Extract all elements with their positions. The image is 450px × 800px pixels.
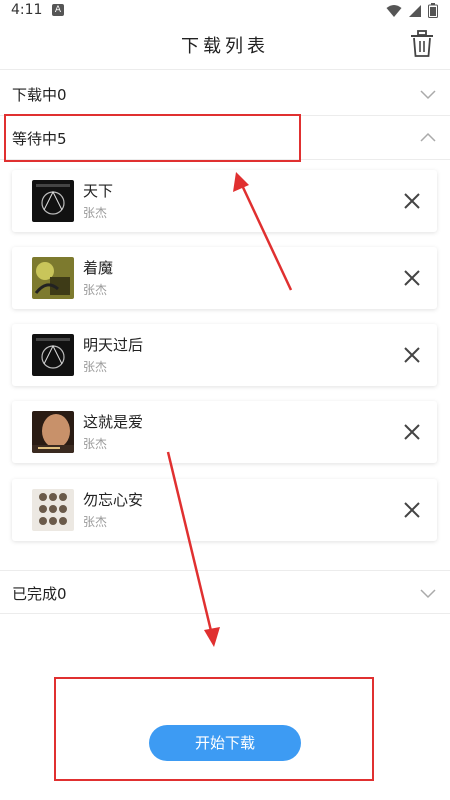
highlight-box-waiting xyxy=(4,114,301,162)
chevron-down-icon xyxy=(420,589,436,599)
status-bar: 4:11 A xyxy=(0,0,450,22)
section-completed[interactable]: 已完成0 xyxy=(0,570,450,614)
song-item[interactable]: 这就是爱 张杰 xyxy=(12,401,437,463)
close-icon xyxy=(404,270,420,286)
app-header: 下载列表 xyxy=(0,22,450,70)
remove-song-button[interactable] xyxy=(401,267,423,289)
section-downloading-label: 下载中0 xyxy=(12,86,67,104)
song-item[interactable]: 着魔 张杰 xyxy=(12,247,437,309)
section-downloading[interactable]: 下载中0 xyxy=(0,72,450,116)
signal-icon xyxy=(409,4,421,17)
song-title: 明天过后 xyxy=(83,336,144,354)
wifi-icon xyxy=(386,4,402,17)
battery-icon xyxy=(428,3,438,18)
song-item[interactable]: 天下 张杰 xyxy=(12,170,437,232)
remove-song-button[interactable] xyxy=(401,499,423,521)
remove-song-button[interactable] xyxy=(401,344,423,366)
song-item[interactable]: 明天过后 张杰 xyxy=(12,324,437,386)
status-icons xyxy=(386,3,438,18)
highlight-box-start-button xyxy=(54,677,374,781)
album-cover xyxy=(32,489,74,531)
song-artist: 张杰 xyxy=(83,360,108,374)
album-cover xyxy=(32,411,74,453)
album-cover xyxy=(32,180,74,222)
song-title: 着魔 xyxy=(83,259,114,277)
chevron-up-icon xyxy=(420,132,436,142)
page-title: 下载列表 xyxy=(181,36,269,57)
song-item[interactable]: 勿忘心安 张杰 xyxy=(12,479,437,541)
song-artist: 张杰 xyxy=(83,283,108,297)
song-title: 天下 xyxy=(83,182,114,200)
song-artist: 张杰 xyxy=(83,515,108,529)
remove-song-button[interactable] xyxy=(401,421,423,443)
remove-song-button[interactable] xyxy=(401,190,423,212)
song-title: 这就是爱 xyxy=(83,413,144,431)
album-cover xyxy=(32,334,74,376)
chevron-down-icon xyxy=(420,90,436,100)
status-time: 4:11 xyxy=(11,2,43,18)
trash-icon xyxy=(411,30,433,57)
a-notification-icon: A xyxy=(52,4,64,16)
album-cover xyxy=(32,257,74,299)
section-completed-label: 已完成0 xyxy=(12,585,67,603)
song-artist: 张杰 xyxy=(83,437,108,451)
song-artist: 张杰 xyxy=(83,206,108,220)
close-icon xyxy=(404,502,420,518)
close-icon xyxy=(404,347,420,363)
song-title: 勿忘心安 xyxy=(83,491,144,509)
clear-list-button[interactable] xyxy=(410,30,434,58)
close-icon xyxy=(404,424,420,440)
close-icon xyxy=(404,193,420,209)
